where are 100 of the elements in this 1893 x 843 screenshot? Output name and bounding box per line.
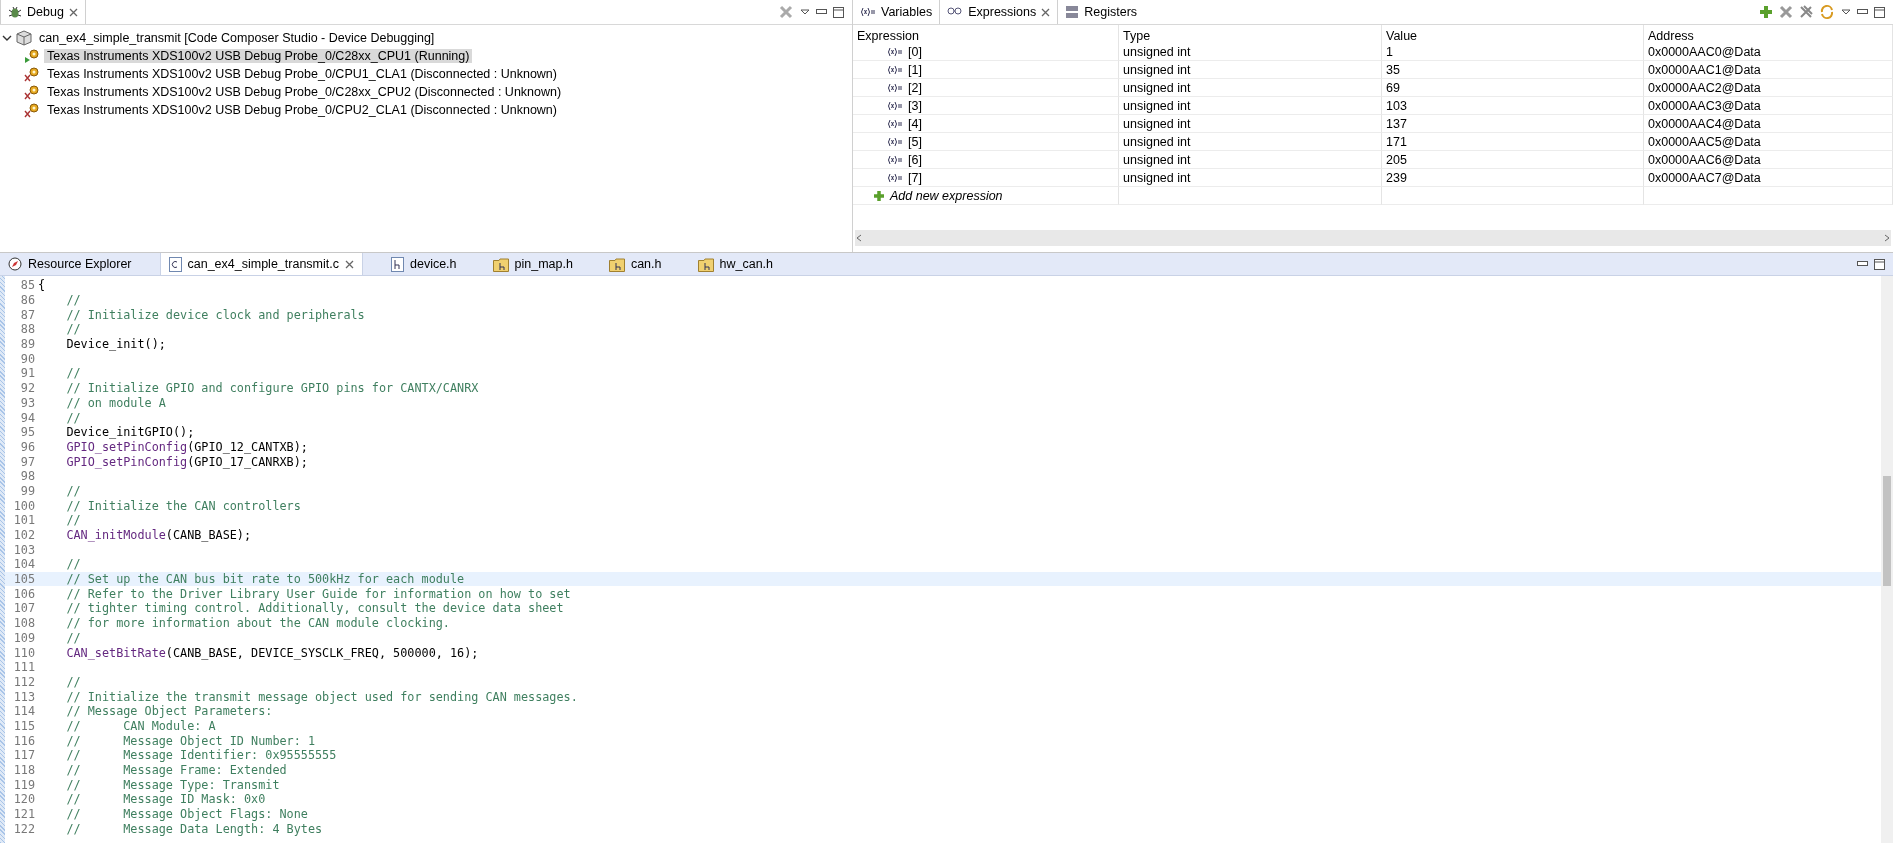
expression-text: [2] xyxy=(908,80,922,95)
view-tab[interactable]: Variables xyxy=(853,0,940,24)
close-icon[interactable] xyxy=(345,259,354,269)
target-label[interactable]: Texas Instruments XDS100v2 USB Debug Probe_0/CPU2_CLA1 (Disconnected : Unknown) xyxy=(44,103,560,117)
code-line: // on module A xyxy=(65,395,166,410)
add-icon xyxy=(873,189,885,202)
line-number: 96 xyxy=(19,439,36,454)
line-number: 103 xyxy=(12,542,36,557)
table-cell: 0x0000AAC2@Data xyxy=(1644,79,1893,97)
line-number: 95 xyxy=(19,425,36,440)
line-number: 107 xyxy=(12,601,36,616)
line-number: 121 xyxy=(12,807,36,822)
target-label[interactable]: Texas Instruments XDS100v2 USB Debug Probe_0/CPU1_CLA1 (Disconnected : Unknown) xyxy=(44,67,560,81)
compass-icon xyxy=(8,257,22,271)
table-cell: unsigned int xyxy=(1119,169,1382,187)
line-number: 94 xyxy=(19,410,36,425)
line-number: 117 xyxy=(12,748,36,763)
code-line: // Refer to the Driver Library User Guide for information on how to set xyxy=(65,586,571,601)
header-folder-icon xyxy=(492,256,509,272)
variable-icon xyxy=(887,46,903,57)
code-line: // Initialize the CAN controllers xyxy=(65,498,301,513)
glasses-icon xyxy=(947,6,964,18)
session-label[interactable]: can_ex4_simple_transmit [Code Composer Studio - Device Debugging] xyxy=(36,31,438,45)
editor-tab[interactable]: pin_map.h xyxy=(484,253,581,275)
table-cell: 69 xyxy=(1382,79,1644,97)
table-cell: 1 xyxy=(1382,43,1644,61)
expression-text: [1] xyxy=(908,62,922,77)
line-number: 111 xyxy=(12,660,36,675)
view-tab[interactable]: Expressions xyxy=(939,0,1059,24)
horizontal-scrollbar[interactable] xyxy=(855,230,1891,246)
code-line: // xyxy=(65,513,81,528)
code-line: // xyxy=(65,410,81,425)
expression-text: [0] xyxy=(908,44,922,59)
target-label[interactable]: Texas Instruments XDS100v2 USB Debug Probe_0/C28xx_CPU2 (Disconnected : Unknown) xyxy=(44,85,565,99)
editor-tab[interactable]: Resource Explorer xyxy=(0,253,140,275)
table-cell: 137 xyxy=(1382,115,1644,133)
table-cell: 0x0000AAC7@Data xyxy=(1644,169,1893,187)
line-number: 112 xyxy=(12,674,36,689)
code-line: // Message Object Parameters: xyxy=(65,704,273,719)
code-line: // Message ID Mask: 0x0 xyxy=(65,792,266,807)
vertical-scrollbar[interactable] xyxy=(1881,276,1893,843)
line-number: 109 xyxy=(12,630,36,645)
minimize-icon[interactable] xyxy=(1857,9,1868,15)
line-number: 120 xyxy=(12,792,36,807)
code-line: GPIO_setPinConfig(GPIO_12_CANTXB); xyxy=(65,439,308,454)
close-icon[interactable] xyxy=(68,7,78,17)
expression-text: [5] xyxy=(908,134,922,149)
code-line: // Initialize GPIO and configure GPIO pins for CANTX/CANRX xyxy=(65,381,479,396)
table-cell: 103 xyxy=(1382,97,1644,115)
add-icon[interactable] xyxy=(1759,5,1773,19)
editor-tab[interactable]: can.h xyxy=(600,253,670,275)
editor-tab[interactable]: can_ex4_simple_transmit.c xyxy=(159,253,363,275)
line-number: 116 xyxy=(12,733,36,748)
editor-tab[interactable]: hw_can.h xyxy=(689,253,782,275)
close-icon[interactable] xyxy=(1041,7,1051,17)
line-number: 104 xyxy=(12,557,36,572)
code-line: // xyxy=(65,674,81,689)
maximize-icon[interactable] xyxy=(1874,6,1885,18)
column-header: Address xyxy=(1644,25,1893,47)
table-cell: 0x0000AAC5@Data xyxy=(1644,133,1893,151)
table-cell: 0x0000AAC0@Data xyxy=(1644,43,1893,61)
table-cell: 0x0000AAC1@Data xyxy=(1644,61,1893,79)
remove-icon[interactable] xyxy=(1779,5,1793,19)
code-line: Device_initGPIO(); xyxy=(65,425,195,440)
table-cell: unsigned int xyxy=(1119,61,1382,79)
header-file-icon xyxy=(391,256,404,272)
minimize-icon[interactable] xyxy=(816,9,827,15)
code-line: // Message Type: Transmit xyxy=(65,777,280,792)
view-menu-icon[interactable] xyxy=(1841,9,1851,15)
code-line: // Initialize the transmit message object used for sending CAN messages. xyxy=(65,689,578,704)
line-number: 113 xyxy=(12,689,36,704)
code-line: // tighter timing control. Additionally, consult the device data sheet xyxy=(65,601,564,616)
maximize-icon[interactable] xyxy=(833,6,844,18)
table-cell: 35 xyxy=(1382,61,1644,79)
registers-icon xyxy=(1065,5,1080,19)
scroll-right-icon[interactable] xyxy=(1883,234,1891,242)
add-expression-item[interactable]: Add new expression xyxy=(853,187,1119,205)
code-line: // xyxy=(65,483,81,498)
line-number: 105 xyxy=(12,572,36,587)
variable-icon xyxy=(887,172,903,183)
variable-icon xyxy=(887,136,903,147)
minimize-icon[interactable] xyxy=(1857,261,1868,267)
view-tab[interactable]: Registers xyxy=(1058,0,1145,24)
debug-tab[interactable]: Debug xyxy=(0,0,86,24)
scroll-left-icon[interactable] xyxy=(855,234,863,242)
target-label[interactable]: Texas Instruments XDS100v2 USB Debug Probe_0/C28xx_CPU1 (Running) xyxy=(44,49,473,63)
line-number: 102 xyxy=(12,528,36,543)
line-number: 86 xyxy=(19,293,36,308)
line-number: 101 xyxy=(12,513,36,528)
expanded-chevron-icon[interactable] xyxy=(2,33,12,43)
remove-all-icon[interactable] xyxy=(1799,5,1813,19)
editor-tab[interactable]: device.h xyxy=(383,253,465,275)
c-file-icon xyxy=(168,256,182,272)
line-number: 110 xyxy=(12,645,36,660)
maximize-icon[interactable] xyxy=(1874,258,1885,270)
view-menu-icon[interactable] xyxy=(800,9,810,15)
table-cell: unsigned int xyxy=(1119,115,1382,133)
table-cell: 239 xyxy=(1382,169,1644,187)
code-line: // Message Frame: Extended xyxy=(65,763,287,778)
line-number: 97 xyxy=(19,454,36,469)
